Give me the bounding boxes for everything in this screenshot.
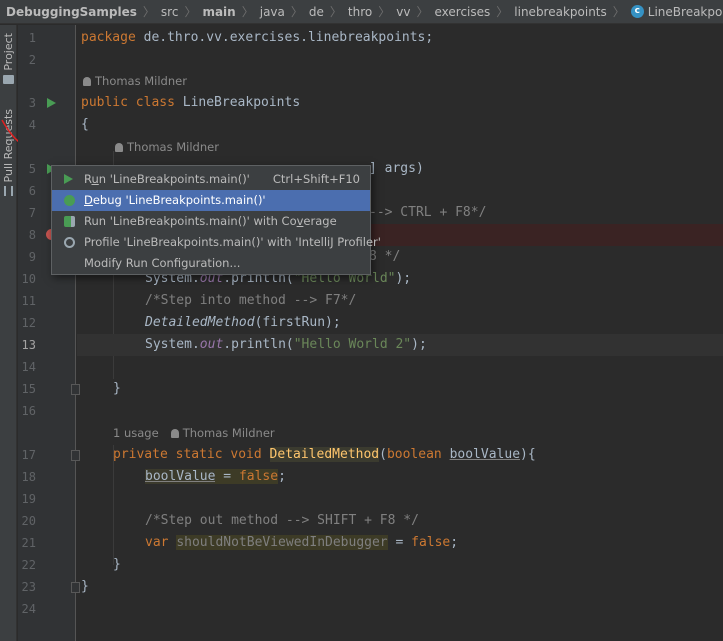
breadcrumb-separator: 〉 [290,5,303,19]
person-icon [170,429,179,438]
breadcrumb-class-label: LineBreakpoints [647,4,723,19]
breadcrumb: DebuggingSamples 〉 src 〉 main 〉 java 〉 de 〉 t… [0,0,723,24]
line-number: 16 [21,404,36,418]
class-icon: c [630,5,644,18]
line-number: 12 [21,316,36,330]
breadcrumb-class[interactable]: cLineBreakpoints [630,4,723,19]
line-number: 15 [21,382,36,396]
menu-item-run[interactable]: Run 'LineBreakpoints.main()' Ctrl+Shift+… [52,169,370,190]
line-number: 5 [28,162,36,176]
person-icon [115,143,123,152]
line-number: 18 [21,470,36,484]
line-number: 1 [28,31,36,45]
code-line: var shouldNotBeViewedInDebugger = false; [145,535,459,550]
code-line: 8 */ [369,249,401,264]
code-line: /*Step out method --> SHIFT + F8 */ [145,513,419,528]
run-context-menu: Run 'LineBreakpoints.main()' Ctrl+Shift+… [51,165,381,275]
breadcrumb-main-folder[interactable]: main [202,5,235,19]
line-number: 14 [21,360,36,374]
line-number: 2 [28,53,36,67]
code-editor[interactable]: package de.thro.vv.exercises.linebreakpo… [77,25,723,641]
code-line: /*Step into method --> F7*/ [145,293,357,308]
line-number-current: 13 [21,338,36,352]
breadcrumb-separator: 〉 [241,5,254,19]
menu-item-debug[interactable]: Debug 'LineBreakpoints.main()' [52,190,370,211]
code-line: } [113,381,121,396]
breadcrumb-vv[interactable]: vv [396,5,410,19]
breadcrumb-separator: 〉 [496,5,509,19]
code-line: boolValue = false; [145,469,286,484]
breadcrumb-linebreakpoints[interactable]: linebreakpoints [514,5,606,19]
project-tool-tab[interactable]: Project [0,33,17,84]
line-number: 24 [21,602,36,616]
author-inlay-hint[interactable]: Thomas Mildner [83,70,187,92]
author-inlay-hint[interactable]: Thomas Mildner [115,136,219,158]
line-number: 23 [21,580,36,594]
line-number: 19 [21,492,36,506]
code-line: private static void DetailedMethod(boole… [113,447,536,462]
line-number: 7 [28,206,36,220]
breadcrumb-thro[interactable]: thro [348,5,372,19]
run-class-icon[interactable] [47,98,56,108]
breadcrumb-separator: 〉 [329,5,342,19]
code-line: package de.thro.vv.exercises.linebreakpo… [81,30,434,45]
breadcrumb-separator: 〉 [612,5,625,19]
line-number: 4 [28,118,36,132]
line-number: 17 [21,448,36,462]
run-icon [64,174,73,184]
breadcrumb-exercises[interactable]: exercises [434,5,490,19]
breadcrumb-java[interactable]: java [260,5,285,19]
debug-icon [64,195,75,206]
menu-item-modify-run-configuration[interactable]: Modify Run Configuration... [52,253,370,274]
breadcrumb-separator: 〉 [142,5,155,19]
breadcrumb-separator: 〉 [416,5,429,19]
menu-shortcut: Ctrl+Shift+F10 [272,172,360,186]
menu-item-run-with-coverage[interactable]: Run 'LineBreakpoints.main()' with Covera… [52,211,370,232]
line-number: 21 [21,536,36,550]
breadcrumb-src[interactable]: src [161,5,179,19]
coverage-icon [64,216,75,227]
line-number: 22 [21,558,36,572]
code-line: } [113,557,121,572]
line-number: 9 [28,250,36,264]
project-tab-label: Project [2,33,15,71]
profiler-icon [64,237,75,248]
pull-request-icon [4,186,13,197]
code-line-current: System.out.println("Hello World 2"); [145,337,427,352]
code-line: ] args) [369,161,424,176]
usage-inlay-hint[interactable]: 1 usage Thomas Mildner [113,422,275,444]
editor-gutter[interactable]: 1 2 3 4 5 6 7 8 9 10 11 12 13 14 15 16 1… [18,25,80,641]
line-number: 8 [28,228,36,242]
line-number: 10 [21,272,36,286]
code-line: public class LineBreakpoints [81,95,301,110]
code-line: { [81,117,89,132]
code-line: } [81,579,89,594]
menu-item-profile[interactable]: Profile 'LineBreakpoints.main()' with 'I… [52,232,381,253]
line-number: 20 [21,514,36,528]
line-number: 6 [28,184,36,198]
person-icon [83,77,91,86]
breadcrumb-de[interactable]: de [309,5,324,19]
line-number: 3 [28,96,36,110]
folder-icon [3,74,14,84]
code-line: --> CTRL + F8*/ [369,205,487,220]
breadcrumb-project[interactable]: DebuggingSamples [6,5,137,19]
breadcrumb-separator: 〉 [184,5,197,19]
breadcrumb-separator: 〉 [378,5,391,19]
code-line: DetailedMethod(firstRun); [145,315,341,330]
line-number: 11 [21,294,36,308]
